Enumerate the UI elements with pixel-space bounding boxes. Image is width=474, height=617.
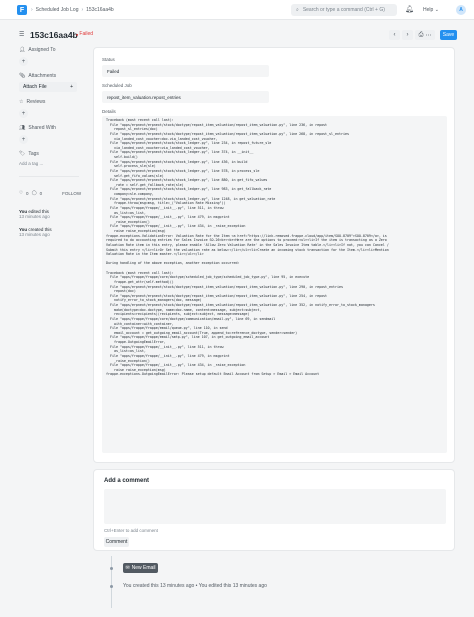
chevron-right-icon: › bbox=[31, 7, 33, 13]
user-avatar[interactable]: A bbox=[456, 5, 466, 15]
page-title: 153c16aa4b bbox=[30, 30, 78, 40]
comment-hint: Ctrl+Enter to add comment bbox=[104, 528, 158, 533]
user-plus-icon: 👤︎ bbox=[19, 47, 26, 53]
chevron-right-icon: › bbox=[406, 32, 409, 38]
attachments-section: 📎︎ Attachments Attach File + bbox=[19, 73, 79, 92]
shared-with-label: Shared With bbox=[28, 125, 56, 131]
comment-input[interactable] bbox=[104, 489, 446, 524]
status-indicator-label: Failed bbox=[79, 31, 94, 37]
add-assignee-button[interactable]: + bbox=[19, 57, 28, 66]
more-icon: ⋯ bbox=[425, 32, 432, 39]
like-count: 0 bbox=[26, 190, 29, 196]
attachments-label: Attachments bbox=[28, 73, 57, 79]
page-head: ☰ 153c16aa4b ● Failed ‹ › ⎙ ⋯ Save bbox=[0, 28, 474, 42]
reviews-label: Reviews bbox=[26, 99, 46, 105]
help-dropdown[interactable]: Help ⌄ bbox=[423, 7, 439, 13]
mail-icon: ✉ bbox=[125, 565, 130, 571]
notification-bell-icon[interactable]: 🔔︎ bbox=[405, 6, 414, 14]
new-email-label: New Email bbox=[131, 565, 156, 571]
navbar: F › Scheduled Job Log › 153c16aa4b ⌕ Sea… bbox=[0, 0, 474, 20]
status-field-label: Status bbox=[102, 57, 115, 62]
previous-doc-button[interactable]: ‹ bbox=[389, 30, 400, 40]
follow-button[interactable]: FOLLOW bbox=[62, 191, 81, 196]
add-comment-title: Add a comment bbox=[104, 478, 150, 484]
timeline-line bbox=[111, 556, 112, 608]
assigned-to-label: Assigned To bbox=[28, 47, 56, 53]
search-bar[interactable]: ⌕ Search or type a command (Ctrl + G) bbox=[291, 4, 397, 16]
chevron-left-icon: ‹ bbox=[393, 32, 396, 38]
breadcrumb-doctype[interactable]: Scheduled Job Log bbox=[36, 7, 79, 13]
like-comment-row: ♡ 0 ◯ 0 FOLLOW bbox=[19, 190, 81, 196]
divider bbox=[19, 176, 79, 177]
tags-section: 🏷︎ Tags Add a tag ... bbox=[19, 151, 79, 166]
scheduled-job-field-label: Scheduled Job bbox=[102, 83, 132, 88]
add-tag-link[interactable]: Add a tag ... bbox=[19, 161, 79, 166]
status-indicator: ● Failed bbox=[76, 31, 93, 37]
status-dot-icon: ● bbox=[76, 31, 79, 37]
comment-button[interactable]: Comment bbox=[104, 537, 129, 547]
details-code-field[interactable]: Traceback (most recent call last): File … bbox=[102, 116, 447, 453]
share-icon: 👥︎ bbox=[19, 125, 26, 131]
activity-time: 13 minutes ago bbox=[19, 214, 50, 219]
activity-time: 13 minutes ago bbox=[19, 232, 50, 237]
scheduled-job-field[interactable]: repost_item_valuation.repost_entries bbox=[102, 91, 269, 103]
print-icon: ⎙ bbox=[418, 31, 424, 38]
new-email-button[interactable]: ✉ New Email bbox=[123, 563, 158, 573]
heart-icon[interactable]: ♡ bbox=[19, 190, 23, 196]
details-text: Traceback (most recent call last): File … bbox=[106, 118, 389, 377]
add-review-button[interactable]: + bbox=[19, 109, 28, 118]
sidebar-activity-item: You edited this 13 minutes ago bbox=[19, 209, 79, 219]
print-button[interactable]: ⎙ ⋯ bbox=[415, 30, 435, 40]
tags-label: Tags bbox=[28, 151, 39, 157]
help-label: Help bbox=[423, 7, 434, 13]
comment-icon[interactable]: ◯ bbox=[32, 190, 37, 196]
sidebar-activity-item: You created this 13 minutes ago bbox=[19, 227, 79, 237]
reviews-section: ☆ Reviews + bbox=[19, 99, 79, 118]
sidebar-toggle-icon[interactable]: ☰ bbox=[19, 31, 24, 38]
details-field-label: Details bbox=[102, 109, 116, 114]
timeline-dot bbox=[110, 567, 113, 570]
search-icon: ⌕ bbox=[296, 7, 299, 13]
tag-icon: 🏷︎ bbox=[19, 151, 26, 157]
save-button[interactable]: Save bbox=[440, 30, 457, 40]
breadcrumb-doc[interactable]: 153c16aa4b bbox=[86, 7, 114, 13]
paperclip-icon: 📎︎ bbox=[19, 73, 26, 79]
timeline-dot bbox=[110, 585, 113, 588]
star-icon: ☆ bbox=[19, 99, 24, 105]
attach-file-label: Attach File bbox=[23, 84, 47, 90]
chevron-right-icon: › bbox=[81, 7, 84, 13]
next-doc-button[interactable]: › bbox=[402, 30, 413, 40]
comment-count: 0 bbox=[39, 190, 43, 196]
plus-icon: + bbox=[70, 84, 73, 90]
shared-with-section: 👥︎ Shared With + bbox=[19, 125, 79, 144]
app-logo[interactable]: F bbox=[17, 5, 27, 15]
status-field[interactable]: Failed bbox=[102, 65, 269, 77]
chevron-down-icon: ⌄ bbox=[434, 7, 439, 13]
assigned-to-section: 👤︎ Assigned To + bbox=[19, 47, 79, 66]
add-share-button[interactable]: + bbox=[19, 135, 28, 144]
search-input[interactable]: Search or type a command (Ctrl + G) bbox=[303, 7, 385, 13]
timeline-activity: You created this 13 minutes ago • You ed… bbox=[123, 583, 267, 589]
breadcrumb: › Scheduled Job Log › 153c16aa4b bbox=[31, 7, 114, 13]
comment-card: Add a comment Ctrl+Enter to add comment … bbox=[93, 469, 455, 551]
form-card: Status Failed Scheduled Job repost_item_… bbox=[93, 47, 455, 463]
attach-file-button[interactable]: Attach File + bbox=[19, 82, 77, 92]
